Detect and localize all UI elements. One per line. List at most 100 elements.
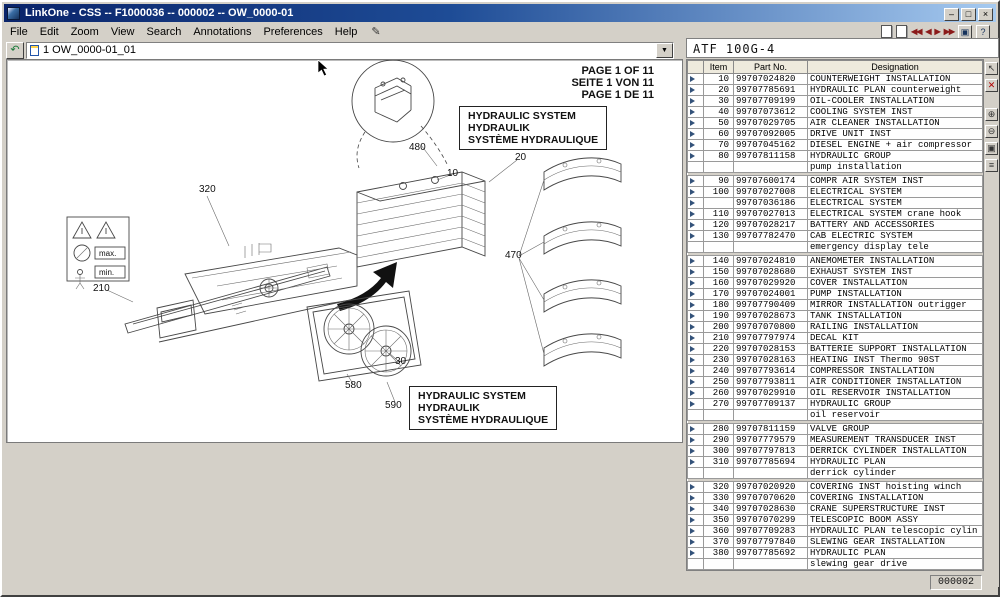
row-select-icon[interactable] bbox=[690, 506, 695, 512]
back-button[interactable]: ↶ bbox=[6, 42, 24, 59]
zoom-in-icon[interactable]: ⊕ bbox=[985, 108, 998, 121]
table-row[interactable]: slewing gear drive bbox=[688, 559, 983, 570]
table-row[interactable]: 24099707793614COMPRESSOR INSTALLATION bbox=[688, 366, 983, 377]
column-header-item[interactable]: Item bbox=[704, 61, 734, 74]
table-row[interactable]: 10099707027008ELECTRICAL SYSTEM bbox=[688, 187, 983, 198]
row-select-icon[interactable] bbox=[690, 233, 695, 239]
menu-help[interactable]: Help bbox=[329, 24, 364, 40]
table-row[interactable]: 6099707092005DRIVE UNIT INST bbox=[688, 129, 983, 140]
table-row[interactable]: 19099707028673TANK INSTALLATION bbox=[688, 311, 983, 322]
table-row[interactable]: 7099707045162DIESEL ENGINE + air compres… bbox=[688, 140, 983, 151]
row-select-icon[interactable] bbox=[690, 280, 695, 286]
column-header-partno[interactable]: Part No. bbox=[734, 61, 808, 74]
print-icon[interactable] bbox=[896, 25, 907, 38]
table-row[interactable]: 13099707782470CAB ELECTRIC SYSTEM bbox=[688, 231, 983, 242]
table-row[interactable]: 20099707070800RAILING INSTALLATION bbox=[688, 322, 983, 333]
row-select-icon[interactable] bbox=[690, 324, 695, 330]
row-select-icon[interactable] bbox=[690, 211, 695, 217]
row-select-icon[interactable] bbox=[690, 200, 695, 206]
table-row[interactable]: 28099707811159VALVE GROUP bbox=[688, 424, 983, 435]
table-row[interactable]: 18099707790409MIRROR INSTALLATION outrig… bbox=[688, 300, 983, 311]
row-select-icon[interactable] bbox=[690, 131, 695, 137]
row-select-icon[interactable] bbox=[690, 346, 695, 352]
next-page-icon[interactable]: ▶ bbox=[935, 27, 940, 36]
table-row[interactable]: 37099707797840SLEWING GEAR INSTALLATION bbox=[688, 537, 983, 548]
minimize-button[interactable]: – bbox=[944, 8, 959, 21]
menu-search[interactable]: Search bbox=[140, 24, 187, 40]
row-select-icon[interactable] bbox=[690, 448, 695, 454]
table-row[interactable]: 34099707028630CRANE SUPERSTRUCTURE INST bbox=[688, 504, 983, 515]
row-select-icon[interactable] bbox=[690, 335, 695, 341]
menu-view[interactable]: View bbox=[105, 24, 141, 40]
table-row[interactable]: 32099707020920COVERING INST hoisting win… bbox=[688, 482, 983, 493]
context-help-icon[interactable]: ? bbox=[976, 25, 990, 39]
row-select-icon[interactable] bbox=[690, 222, 695, 228]
menu-annotations[interactable]: Annotations bbox=[187, 24, 257, 40]
callout-210[interactable]: 210 bbox=[93, 283, 110, 294]
row-select-icon[interactable] bbox=[690, 426, 695, 432]
table-row[interactable]: 17099707024001PUMP INSTALLATION bbox=[688, 289, 983, 300]
row-select-icon[interactable] bbox=[690, 484, 695, 490]
row-select-icon[interactable] bbox=[690, 517, 695, 523]
row-select-icon[interactable] bbox=[690, 269, 695, 275]
menu-file[interactable]: File bbox=[4, 24, 34, 40]
row-select-icon[interactable] bbox=[690, 153, 695, 159]
close-panel-icon[interactable]: ✕ bbox=[985, 79, 998, 92]
table-row[interactable]: 15099707028680EXHAUST SYSTEM INST bbox=[688, 267, 983, 278]
row-select-icon[interactable] bbox=[690, 550, 695, 556]
table-row[interactable]: 38099707785692HYDRAULIC PLAN bbox=[688, 548, 983, 559]
table-row[interactable]: 27099707709137HYDRAULIC GROUP bbox=[688, 399, 983, 410]
menu-zoom[interactable]: Zoom bbox=[65, 24, 105, 40]
callout-590[interactable]: 590 bbox=[385, 400, 402, 411]
detach-panel-icon[interactable]: ↖ bbox=[985, 62, 998, 75]
callout-320[interactable]: 320 bbox=[199, 184, 216, 195]
table-row[interactable]: 3099707709199OIL-COOLER INSTALLATION bbox=[688, 96, 983, 107]
table-row[interactable]: 26099707029910OIL RESERVOIR INSTALLATION bbox=[688, 388, 983, 399]
table-row[interactable]: 25099707793811AIR CONDITIONER INSTALLATI… bbox=[688, 377, 983, 388]
table-row[interactable]: pump installation bbox=[688, 162, 983, 173]
table-row[interactable]: 35099707070299TELESCOPIC BOOM ASSY bbox=[688, 515, 983, 526]
row-select-icon[interactable] bbox=[690, 437, 695, 443]
row-select-icon[interactable] bbox=[690, 142, 695, 148]
print-picture-icon[interactable]: ≡ bbox=[985, 159, 998, 172]
drawing-panel[interactable]: max. min. PAGE 1 OF 11 SEITE 1 VON 11 PA… bbox=[6, 59, 683, 443]
callout-470[interactable]: 470 bbox=[505, 250, 522, 261]
table-row[interactable]: 30099707797813DERRICK CYLINDER INSTALLAT… bbox=[688, 446, 983, 457]
callout-30[interactable]: 30 bbox=[395, 356, 406, 367]
row-select-icon[interactable] bbox=[690, 87, 695, 93]
row-select-icon[interactable] bbox=[690, 539, 695, 545]
callout-580[interactable]: 580 bbox=[345, 380, 362, 391]
table-row[interactable]: 11099707027013ELECTRICAL SYSTEM crane ho… bbox=[688, 209, 983, 220]
row-select-icon[interactable] bbox=[690, 178, 695, 184]
table-row[interactable]: 2099707785691HYDRAULIC PLAN counterweigh… bbox=[688, 85, 983, 96]
table-row[interactable]: 36099707709283HYDRAULIC PLAN telescopic … bbox=[688, 526, 983, 537]
row-select-icon[interactable] bbox=[690, 258, 695, 264]
close-button[interactable]: × bbox=[978, 8, 993, 21]
callout-20[interactable]: 20 bbox=[515, 152, 526, 163]
table-row[interactable]: derrick cylinder bbox=[688, 468, 983, 479]
table-row[interactable]: oil reservoir bbox=[688, 410, 983, 421]
table-row[interactable]: emergency display tele bbox=[688, 242, 983, 253]
column-header-designation[interactable]: Designation bbox=[808, 61, 983, 74]
callout-480[interactable]: 480 bbox=[409, 142, 426, 153]
maximize-button[interactable]: □ bbox=[961, 8, 976, 21]
row-select-icon[interactable] bbox=[690, 390, 695, 396]
zoom-out-icon[interactable]: ⊖ bbox=[985, 125, 998, 138]
row-select-icon[interactable] bbox=[690, 401, 695, 407]
table-row[interactable]: 33099707070620COVERING INSTALLATION bbox=[688, 493, 983, 504]
row-select-icon[interactable] bbox=[690, 313, 695, 319]
row-select-icon[interactable] bbox=[690, 189, 695, 195]
row-select-icon[interactable] bbox=[690, 368, 695, 374]
row-select-icon[interactable] bbox=[690, 528, 695, 534]
row-select-icon[interactable] bbox=[690, 302, 695, 308]
row-select-icon[interactable] bbox=[690, 98, 695, 104]
table-row[interactable]: 5099707029705AIR CLEANER INSTALLATION bbox=[688, 118, 983, 129]
table-row[interactable]: 4099707073612COOLING SYSTEM INST bbox=[688, 107, 983, 118]
row-select-icon[interactable] bbox=[690, 357, 695, 363]
row-select-icon[interactable] bbox=[690, 291, 695, 297]
row-select-icon[interactable] bbox=[690, 495, 695, 501]
combobox-dropdown-button[interactable]: ▼ bbox=[656, 43, 673, 58]
row-select-icon[interactable] bbox=[690, 459, 695, 465]
menu-preferences[interactable]: Preferences bbox=[257, 24, 328, 40]
previous-page-icon[interactable]: ◀ bbox=[925, 27, 930, 36]
